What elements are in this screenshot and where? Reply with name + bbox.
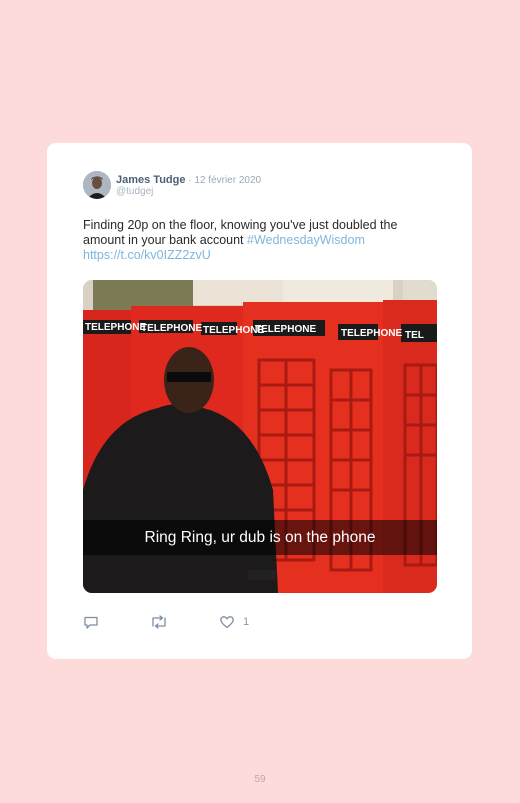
sign-label: TELEPHONE xyxy=(341,328,402,339)
tweet-media[interactable]: TELEPHONE TELEPHONE TELEPHONE TELEPHONE … xyxy=(83,280,437,593)
like-button[interactable]: 1 xyxy=(219,614,249,630)
reply-button[interactable] xyxy=(83,614,99,630)
heart-icon xyxy=(219,614,235,630)
reply-icon xyxy=(83,614,99,630)
tweet-date[interactable]: 12 février 2020 xyxy=(194,175,261,186)
retweet-icon xyxy=(150,614,168,630)
author-line: James Tudge · 12 février 2020 xyxy=(116,174,261,186)
sign-label: TELEPHONE xyxy=(255,324,316,335)
author-name[interactable]: James Tudge xyxy=(116,174,186,186)
avatar[interactable] xyxy=(83,171,111,199)
sign-label: TEL xyxy=(405,330,424,341)
url-link[interactable]: https://t.co/kv0IZZ2zvU xyxy=(83,248,211,262)
like-count: 1 xyxy=(243,616,250,628)
tweet-text: Finding 20p on the floor, knowing you've… xyxy=(83,218,433,263)
tweet-actions: 1 xyxy=(83,614,383,630)
sign-label: TELEPHONE xyxy=(141,323,202,334)
hashtag-link[interactable]: #WednesdayWisdom xyxy=(247,233,365,247)
retweet-button[interactable] xyxy=(150,614,168,630)
sign-label: TELEPHONE xyxy=(85,322,146,333)
media-caption: Ring Ring, ur dub is on the phone xyxy=(83,520,437,555)
page-number: 59 xyxy=(254,774,266,785)
tweet-card: James Tudge · 12 février 2020 @tudgej Fi… xyxy=(47,143,472,659)
author-handle[interactable]: @tudgej xyxy=(116,186,153,197)
